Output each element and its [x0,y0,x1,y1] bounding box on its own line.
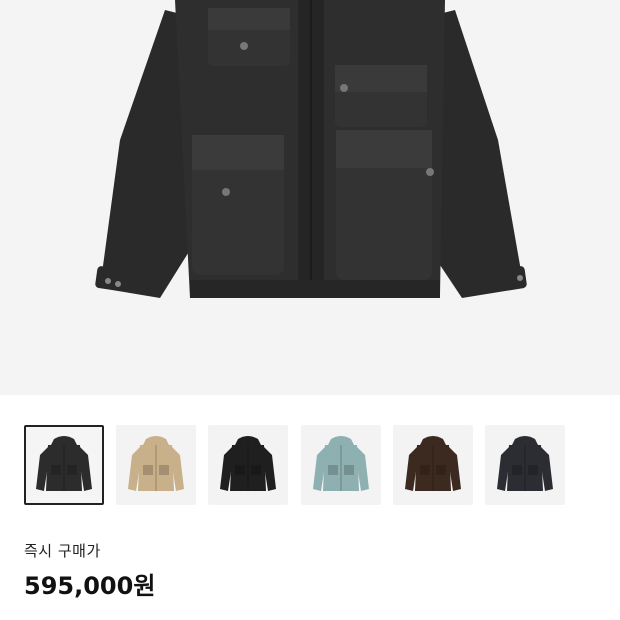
variant-thumbnail[interactable] [485,425,565,505]
jacket-black-hooded-thumbnail [220,436,277,491]
jacket-black-thumbnail [36,436,92,491]
product-main-image[interactable] [0,0,620,395]
jacket-sage-thumbnail [312,436,369,491]
variant-thumbnail[interactable] [392,425,473,505]
variant-thumbnail[interactable] [116,425,197,505]
variant-thumbnail[interactable] [300,425,381,505]
jacket-beige-thumbnail [128,436,185,491]
instant-buy-price-label: 즉시 구매가 [24,542,101,560]
jacket-image [95,0,527,298]
jacket-brown-thumbnail [404,436,461,491]
jacket-navy-thumbnail [497,436,553,491]
variant-thumbnail[interactable] [208,425,289,505]
instant-buy-price: 595,000원 [24,572,156,600]
variant-thumbnail-list [24,425,596,505]
variant-thumbnail[interactable] [24,425,104,505]
